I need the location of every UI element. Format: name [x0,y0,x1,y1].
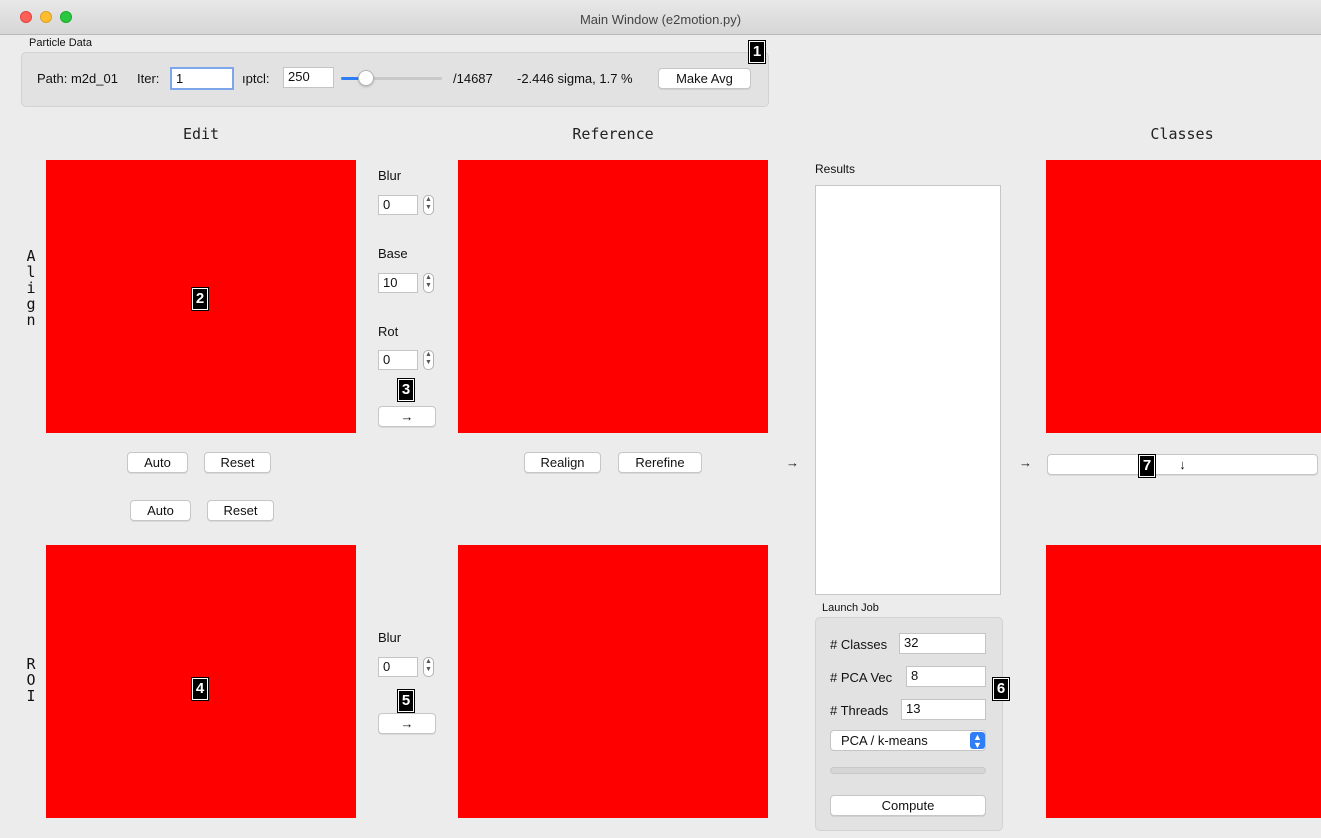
roi-classes-panel[interactable] [1046,545,1321,818]
num-threads-label: # Threads [830,703,889,718]
align-reset-button[interactable]: Reset [204,452,271,473]
path-label: Path: m2d_01 [37,71,118,86]
align-base-label: Base [378,246,408,261]
annotation-badge-7: 7 [1138,454,1156,478]
chevron-up-icon[interactable]: ▲ [424,196,433,204]
align-blur-label: Blur [378,168,402,183]
align-blur-stepper[interactable]: ▲ ▼ [423,195,434,215]
align-row-label: Align [21,248,41,328]
compute-button[interactable]: Compute [830,795,986,816]
align-classes-panel[interactable] [1046,160,1321,433]
roi-apply-arrow-button[interactable]: → [378,713,436,734]
classes-heading: Classes [1150,125,1214,143]
row-label-char: I [26,687,36,705]
num-pca-vec-label: # PCA Vec [830,670,893,685]
row-label-char: R [26,655,36,673]
iptcl-input[interactable]: 250 [283,67,334,88]
to-results-arrow-icon: → [786,455,799,470]
roi-reset-button[interactable]: Reset [207,500,274,521]
annotation-badge-5: 5 [397,689,415,713]
job-progress-bar [830,767,986,774]
launch-job-group-label: Launch Job [822,602,879,614]
method-select[interactable]: PCA / k-means ▲ ▼ [830,730,986,751]
make-avg-button[interactable]: Make Avg [658,68,751,89]
results-list[interactable] [815,185,1001,595]
row-label-char: g [26,295,36,313]
row-label-char: n [26,311,36,329]
align-base-input[interactable]: 10 [378,273,418,293]
annotation-badge-3: 3 [397,378,415,402]
reference-heading: Reference [572,125,654,143]
row-label-char: O [26,671,36,689]
num-classes-input[interactable]: 32 [899,633,986,654]
to-classes-arrow-icon: → [1019,455,1032,470]
particle-slider-knob[interactable] [358,70,374,86]
particle-total: /14687 [453,71,493,86]
annotation-badge-1: 1 [748,40,766,64]
sigma-readout: -2.446 sigma, 1.7 % [517,71,633,86]
row-label-char: A [26,247,36,265]
rerefine-button[interactable]: Rerefine [618,452,702,473]
num-classes-label: # Classes [830,637,888,652]
annotation-badge-2: 2 [191,287,209,311]
align-blur-input[interactable]: 0 [378,195,418,215]
chevron-up-icon[interactable]: ▲ [424,274,433,282]
particle-data-group-label: Particle Data [29,37,92,49]
chevron-down-icon[interactable]: ▼ [424,204,433,212]
results-label: Results [815,162,856,176]
row-label-char: i [26,279,36,297]
method-select-value: PCA / k-means [841,733,928,748]
annotation-badge-4: 4 [191,677,209,701]
align-rot-input[interactable]: 0 [378,350,418,370]
edit-heading: Edit [182,125,220,143]
chevron-down-icon[interactable]: ▼ [424,359,433,367]
align-base-stepper[interactable]: ▲ ▼ [423,273,434,293]
align-rot-label: Rot [378,324,399,339]
chevron-up-icon[interactable]: ▲ [424,658,433,666]
select-arrows-icon[interactable]: ▲ ▼ [970,732,985,750]
realign-button[interactable]: Realign [524,452,601,473]
chevron-down-icon[interactable]: ▼ [424,666,433,674]
align-reference-panel[interactable] [458,160,768,433]
align-auto-button[interactable]: Auto [127,452,188,473]
align-apply-arrow-button[interactable]: → [378,406,436,427]
iter-label: Iter: [137,71,160,86]
roi-auto-button[interactable]: Auto [130,500,191,521]
classes-down-arrow-button[interactable]: ↓ [1047,454,1318,475]
iptcl-label: ıptcl: [242,71,270,86]
roi-reference-panel[interactable] [458,545,768,818]
roi-blur-label: Blur [378,630,402,645]
roi-blur-stepper[interactable]: ▲ ▼ [423,657,434,677]
particle-slider-track[interactable] [341,77,442,80]
align-rot-stepper[interactable]: ▲ ▼ [423,350,434,370]
row-label-char: l [26,263,36,281]
roi-blur-input[interactable]: 0 [378,657,418,677]
roi-row-label: ROI [21,656,41,704]
num-threads-input[interactable]: 13 [901,699,986,720]
iter-input[interactable]: 1 [170,67,234,90]
num-pca-vec-input[interactable]: 8 [906,666,986,687]
chevron-down-icon[interactable]: ▼ [424,282,433,290]
annotation-badge-6: 6 [992,677,1010,701]
window-title: Main Window (e2motion.py) [579,12,742,27]
chevron-up-icon[interactable]: ▲ [424,351,433,359]
